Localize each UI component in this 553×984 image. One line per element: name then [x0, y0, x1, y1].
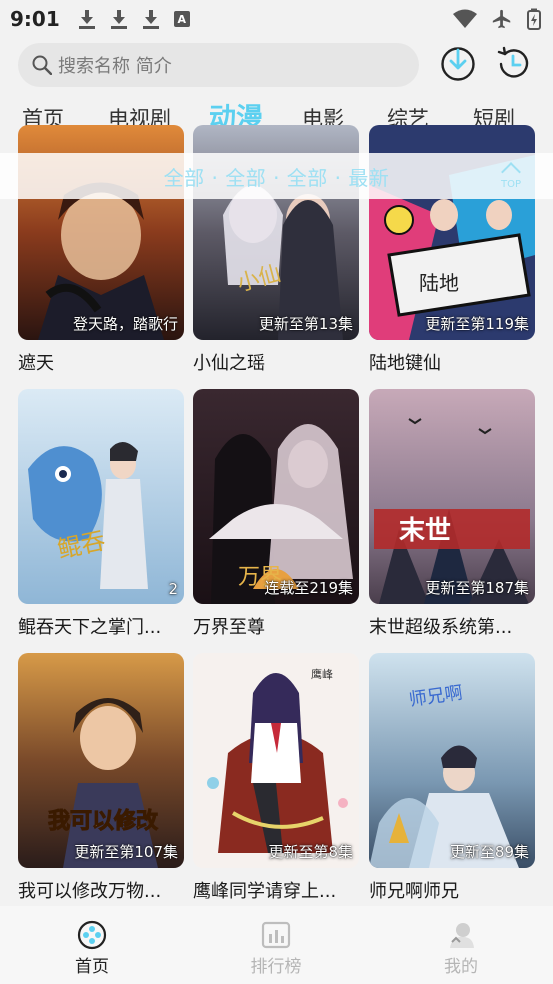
- episode-badge: 更新至第8集: [268, 843, 353, 861]
- item-title: 鲲吞天下之掌门...: [18, 617, 162, 638]
- item-title: 万界至尊: [193, 617, 265, 638]
- list-item[interactable]: 末世 更新至第187集 末世超级系统第...: [369, 389, 535, 639]
- item-title: 师兄啊师兄: [369, 881, 459, 902]
- poster: 我可以修改 更新至第107集: [18, 653, 184, 868]
- scroll-top-button[interactable]: TOP: [499, 159, 523, 193]
- list-item[interactable]: 鹰峰 更新至第8集 鹰峰同学请穿上...: [193, 653, 359, 903]
- item-title: 小仙之瑶: [193, 353, 265, 374]
- svg-text:末世: 末世: [399, 516, 451, 546]
- episode-badge: 更新至第187集: [425, 579, 529, 597]
- nav-label: 首页: [75, 957, 109, 977]
- list-item[interactable]: 万界 连载至219集 万界至尊: [193, 389, 359, 639]
- nav-ranking[interactable]: 排行榜: [236, 920, 316, 977]
- chart-icon: [261, 921, 291, 949]
- nav-label: 排行榜: [250, 957, 302, 977]
- item-title: 鹰峰同学请穿上...: [193, 881, 337, 902]
- list-item[interactable]: 鲲吞 2 鲲吞天下之掌门...: [18, 389, 184, 639]
- episode-badge: 登天路，踏歌行: [72, 315, 178, 333]
- poster: 师兄啊 更新至89集: [369, 653, 535, 868]
- filter-text[interactable]: 全部 · 全部 · 全部 · 最新: [164, 162, 390, 191]
- poster-image: 鲲吞: [18, 389, 184, 604]
- episode-badge: 更新至第119集: [425, 315, 529, 333]
- episode-badge: 连载至219集: [264, 579, 353, 597]
- profile-icon: [450, 923, 474, 948]
- item-title: 遮天: [18, 353, 54, 374]
- nav-label: 我的: [444, 957, 478, 977]
- poster-image: 万界: [193, 389, 359, 604]
- svg-text:我可以修改: 我可以修改: [48, 808, 159, 834]
- svg-text:鹰峰: 鹰峰: [311, 667, 333, 681]
- episode-badge: 更新至第107集: [74, 843, 178, 861]
- list-item[interactable]: 我可以修改 更新至第107集 我可以修改万物...: [18, 653, 184, 903]
- bottom-navigation: 首页 排行榜 我的: [0, 906, 553, 984]
- filter-bar[interactable]: 全部 · 全部 · 全部 · 最新 TOP: [0, 153, 553, 199]
- poster-image: 鹰峰: [193, 653, 359, 868]
- item-title: 末世超级系统第...: [369, 617, 513, 638]
- episode-badge: 更新至89集: [449, 843, 529, 861]
- poster: 万界 连载至219集: [193, 389, 359, 604]
- poster-image: 师兄啊: [369, 653, 535, 868]
- content-grid: 登天路，踏歌行 遮天 小仙 更新至第13集 小仙之瑶 陆地 更新至第119集 陆…: [0, 0, 553, 984]
- nav-home[interactable]: 首页: [52, 920, 132, 977]
- episode-badge: 更新至第13集: [258, 315, 353, 333]
- poster: 鹰峰 更新至第8集: [193, 653, 359, 868]
- poster: 鲲吞 2: [18, 389, 184, 604]
- item-title: 陆地键仙: [369, 353, 441, 374]
- episode-badge: 2: [168, 580, 178, 598]
- poster: 末世 更新至第187集: [369, 389, 535, 604]
- item-title: 我可以修改万物...: [18, 881, 162, 902]
- svg-text:陆地: 陆地: [419, 271, 459, 295]
- poster-image: 我可以修改: [18, 653, 184, 868]
- nav-profile[interactable]: 我的: [421, 920, 501, 977]
- list-item[interactable]: 师兄啊 更新至89集 师兄啊师兄: [369, 653, 535, 903]
- film-reel-icon: [77, 920, 107, 950]
- poster-image: 末世: [369, 389, 535, 604]
